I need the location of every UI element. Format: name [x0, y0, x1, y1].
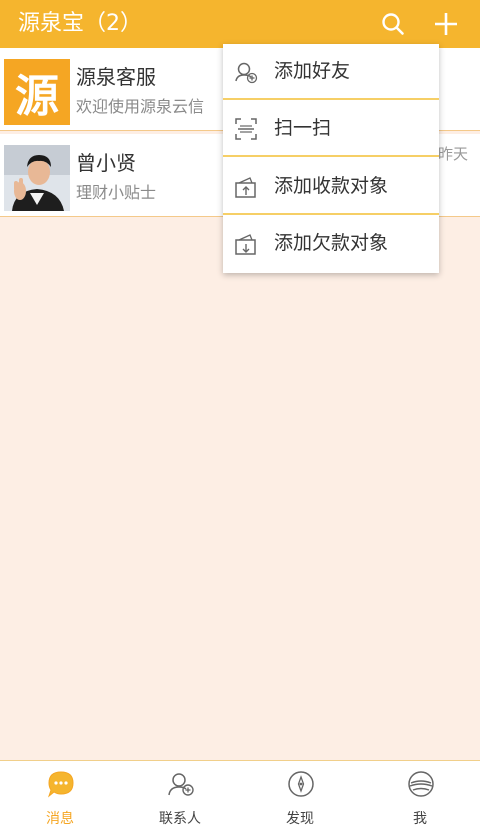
search-icon[interactable] — [380, 11, 406, 37]
add-debtor-icon — [235, 234, 256, 255]
tab-label: 消息 — [46, 811, 74, 827]
scan-icon — [235, 118, 257, 140]
conversation-time: 昨天 — [438, 145, 469, 163]
page-title: 源泉宝（2） — [18, 11, 142, 36]
plus-icon[interactable] — [433, 11, 459, 37]
app-header: 源泉宝（2） — [0, 0, 480, 48]
conversation-name: 曾小贤 — [76, 151, 136, 175]
menu-item-label: 添加欠款对象 — [274, 232, 389, 254]
tab-messages[interactable]: 消息 — [0, 761, 120, 834]
tab-contacts[interactable]: 联系人 — [120, 761, 240, 834]
add-menu: 添加好友 扫一扫 添加收款对象 添加欠款对象 — [223, 44, 439, 273]
contacts-icon — [168, 773, 194, 796]
menu-item-label: 扫一扫 — [274, 117, 332, 139]
tab-label: 发现 — [286, 811, 314, 827]
menu-item-label: 添加收款对象 — [274, 175, 389, 197]
add-payee-icon — [235, 177, 256, 198]
menu-item-scan[interactable]: 扫一扫 — [223, 101, 439, 157]
tab-label: 联系人 — [159, 811, 201, 827]
tab-me[interactable]: 我 — [360, 761, 480, 834]
avatar — [4, 145, 70, 211]
compass-icon — [288, 771, 314, 797]
menu-item-add-friend[interactable]: 添加好友 — [223, 44, 439, 100]
conversation-preview: 欢迎使用源泉云信 — [76, 97, 205, 116]
tab-label: 我 — [413, 811, 427, 827]
bottom-tab-bar: 消息 联系人 发现 我 — [0, 760, 480, 834]
avatar-photo-icon — [4, 145, 70, 211]
conversation-name: 源泉客服 — [76, 65, 156, 89]
avatar-logo-text: 源 — [15, 71, 59, 122]
menu-item-add-payee[interactable]: 添加收款对象 — [223, 159, 439, 215]
message-icon — [47, 771, 74, 798]
avatar: 源 — [4, 59, 70, 125]
profile-icon — [408, 771, 434, 797]
menu-item-label: 添加好友 — [274, 60, 351, 82]
menu-item-add-debtor[interactable]: 添加欠款对象 — [223, 216, 439, 272]
conversation-preview: 理财小贴士 — [76, 183, 157, 202]
add-friend-icon — [235, 62, 258, 84]
tab-discover[interactable]: 发现 — [240, 761, 360, 834]
